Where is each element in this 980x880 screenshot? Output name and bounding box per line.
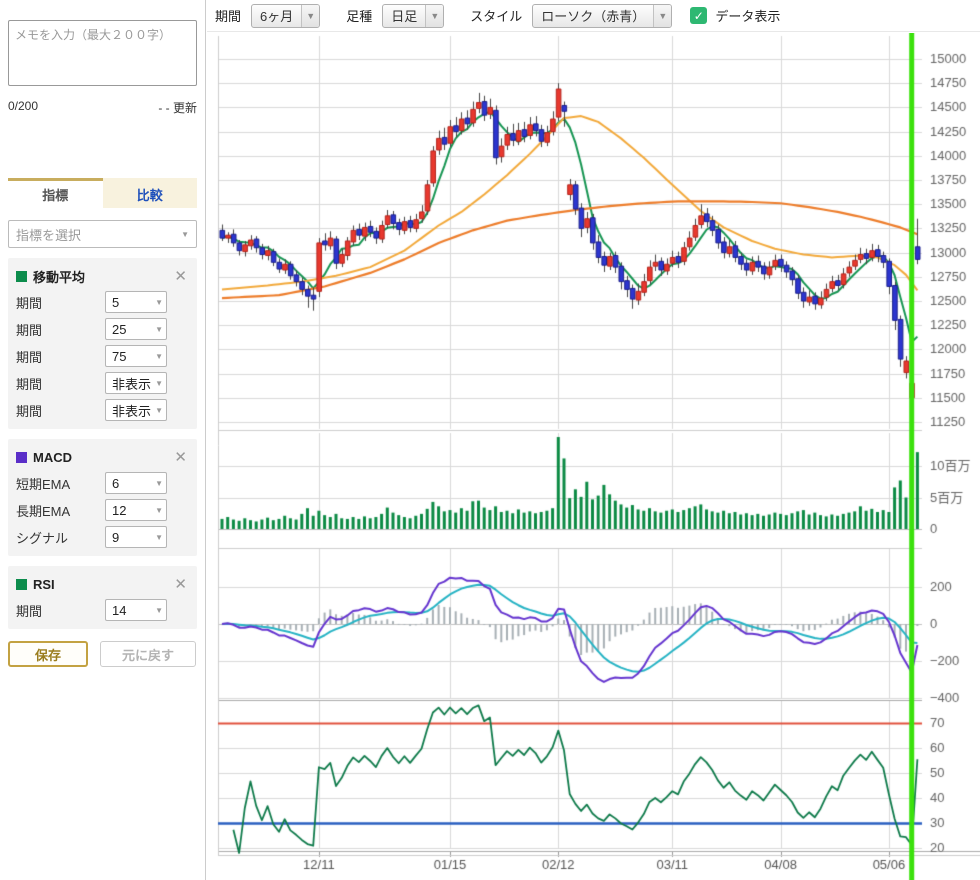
chart-region: 期間 6ヶ月 ▼ 足種 日足 ▼ スタイル ローソク（赤青） ▼ ✓ データ表示 xyxy=(207,0,980,880)
macd-signal-select[interactable]: 9▼ xyxy=(105,526,167,548)
ma-period4-label: 期間 xyxy=(16,374,42,393)
style-label: スタイル xyxy=(470,6,522,25)
ma-period2-select[interactable]: 25▼ xyxy=(105,318,167,340)
chart-toolbar: 期間 6ヶ月 ▼ 足種 日足 ▼ スタイル ローソク（赤青） ▼ ✓ データ表示 xyxy=(207,0,980,32)
memo-input[interactable] xyxy=(8,20,197,86)
stock-chart-app: 0/200 - - 更新 指標 比較 指標を選択 ▼ 移動平均 ✕ 期間 5▼ … xyxy=(0,0,980,880)
macd-slow-select[interactable]: 12▼ xyxy=(105,499,167,521)
tab-indicators[interactable]: 指標 xyxy=(8,178,103,208)
data-display-checkbox[interactable]: ✓ xyxy=(690,7,707,24)
chevron-down-icon: ▼ xyxy=(155,533,163,542)
macd-slow-label: 長期EMA xyxy=(16,501,70,520)
reset-button[interactable]: 元に戻す xyxy=(100,641,196,667)
chevron-down-icon: ▼ xyxy=(653,5,671,27)
rsi-card-title: RSI xyxy=(33,577,172,592)
close-icon[interactable]: ✕ xyxy=(172,577,189,592)
indicator-select[interactable]: 指標を選択 ▼ xyxy=(8,220,197,248)
memo-char-counter: 0/200 xyxy=(8,99,38,116)
rsi-period-select[interactable]: 14▼ xyxy=(105,599,167,621)
bartype-label: 足種 xyxy=(346,6,372,25)
chevron-down-icon: ▼ xyxy=(155,352,163,361)
macd-card: MACD ✕ 短期EMA 6▼ 長期EMA 12▼ シグナル 9▼ xyxy=(8,439,197,556)
ma-period3-select[interactable]: 75▼ xyxy=(105,345,167,367)
indicator-select-placeholder: 指標を選択 xyxy=(16,225,81,244)
close-icon[interactable]: ✕ xyxy=(172,450,189,465)
sidebar: 0/200 - - 更新 指標 比較 指標を選択 ▼ 移動平均 ✕ 期間 5▼ … xyxy=(0,0,206,880)
chevron-down-icon: ▼ xyxy=(155,298,163,307)
ma-period1-select[interactable]: 5▼ xyxy=(105,291,167,313)
chevron-down-icon: ▼ xyxy=(181,230,189,239)
ma-period5-label: 期間 xyxy=(16,401,42,420)
bartype-select[interactable]: 日足 ▼ xyxy=(382,4,444,28)
macd-card-title: MACD xyxy=(33,450,172,465)
chevron-down-icon: ▼ xyxy=(155,506,163,515)
chevron-down-icon: ▼ xyxy=(155,379,163,388)
ma-period2-label: 期間 xyxy=(16,320,42,339)
chevron-down-icon: ▼ xyxy=(155,479,163,488)
macd-fast-select[interactable]: 6▼ xyxy=(105,472,167,494)
rsi-period-label: 期間 xyxy=(16,601,42,620)
stock-chart-canvas[interactable] xyxy=(207,33,980,880)
moving-average-card: 移動平均 ✕ 期間 5▼ 期間 25▼ 期間 75▼ 期間 非表示▼ 期間 非表… xyxy=(8,258,197,429)
macd-fast-label: 短期EMA xyxy=(16,474,70,493)
chevron-down-icon: ▼ xyxy=(301,5,319,27)
chevron-down-icon: ▼ xyxy=(155,325,163,334)
rsi-marker-icon xyxy=(16,579,27,590)
save-button[interactable]: 保存 xyxy=(8,641,88,667)
style-select[interactable]: ローソク（赤青） ▼ xyxy=(532,4,672,28)
ma-period1-label: 期間 xyxy=(16,293,42,312)
ma-card-title: 移動平均 xyxy=(33,267,172,286)
tab-compare[interactable]: 比較 xyxy=(103,178,198,208)
rsi-card: RSI ✕ 期間 14▼ xyxy=(8,566,197,629)
data-display-label: データ表示 xyxy=(715,6,780,25)
memo-update-label: - - 更新 xyxy=(158,99,197,116)
sidebar-tabs: 指標 比較 xyxy=(8,178,197,208)
period-select[interactable]: 6ヶ月 ▼ xyxy=(251,4,320,28)
chevron-down-icon: ▼ xyxy=(155,406,163,415)
macd-signal-label: シグナル xyxy=(16,528,68,547)
ma-period5-select[interactable]: 非表示▼ xyxy=(105,399,167,421)
period-label: 期間 xyxy=(215,6,241,25)
chevron-down-icon: ▼ xyxy=(155,606,163,615)
ma-period3-label: 期間 xyxy=(16,347,42,366)
ma-marker-icon xyxy=(16,271,27,282)
chevron-down-icon: ▼ xyxy=(425,5,443,27)
macd-marker-icon xyxy=(16,452,27,463)
close-icon[interactable]: ✕ xyxy=(172,269,189,284)
ma-period4-select[interactable]: 非表示▼ xyxy=(105,372,167,394)
